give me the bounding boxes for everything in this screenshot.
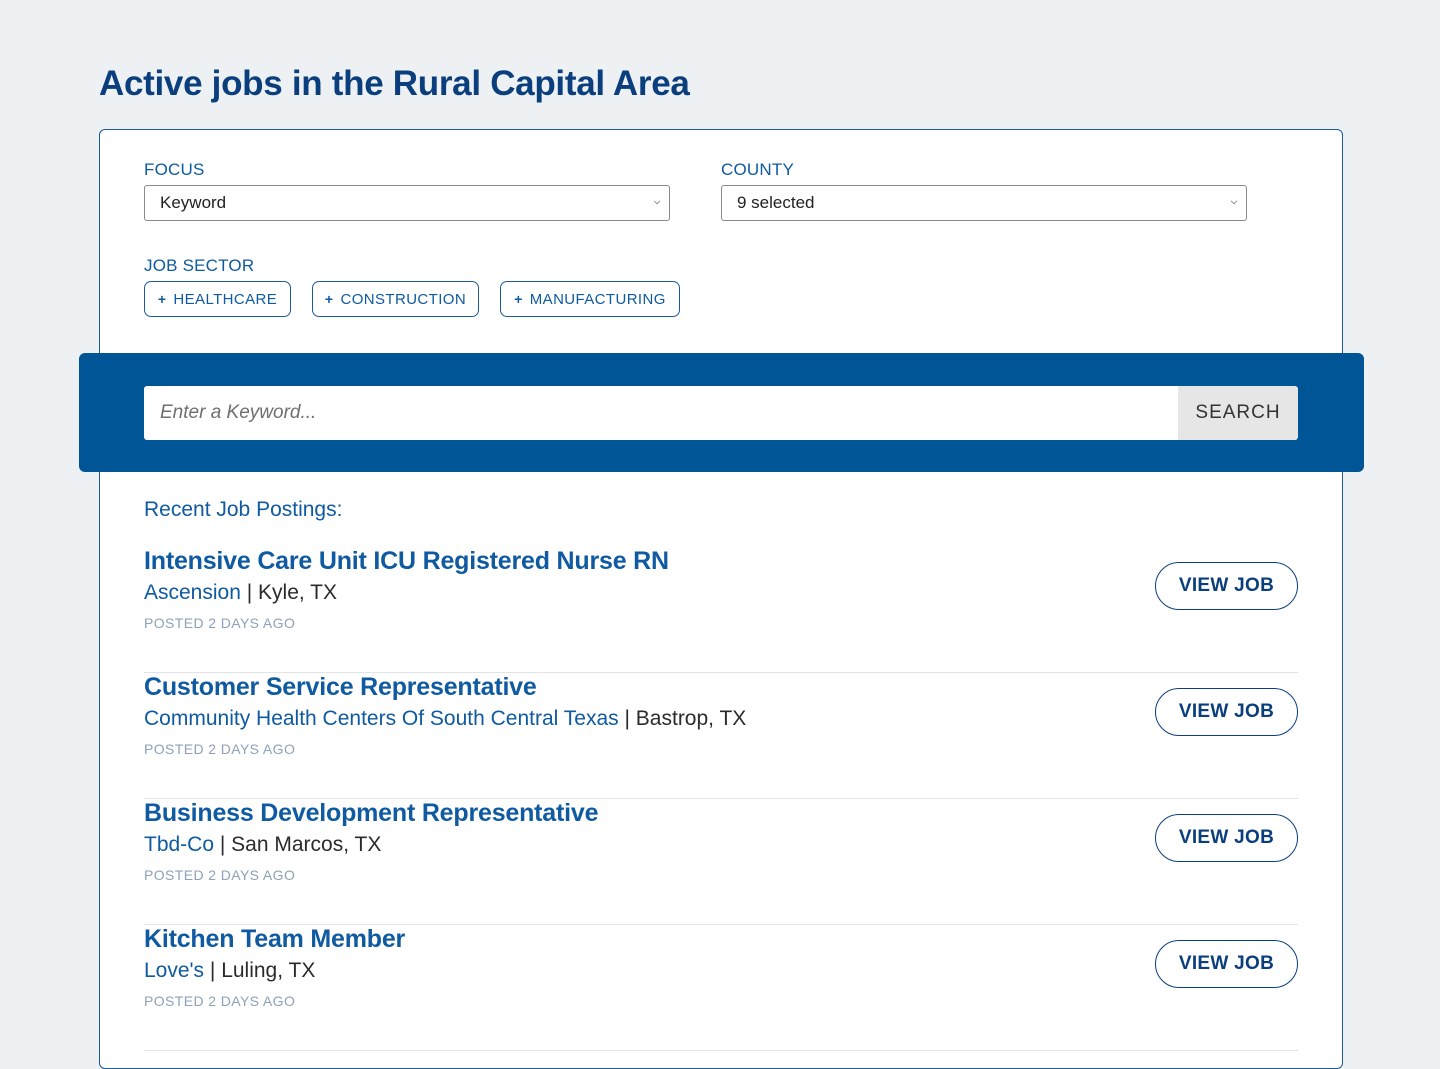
job-location: Kyle, TX <box>258 581 338 604</box>
sector-chip-healthcare[interactable]: + HEALTHCARE <box>144 281 291 317</box>
job-listing: Intensive Care Unit ICU Registered Nurse… <box>144 547 1298 673</box>
keyword-search-input[interactable] <box>144 386 1178 440</box>
view-job-button[interactable]: VIEW JOB <box>1155 562 1298 610</box>
meta-separator: | <box>219 833 232 856</box>
search-button[interactable]: SEARCH <box>1178 386 1298 440</box>
job-location: Luling, TX <box>221 959 316 982</box>
job-meta: Tbd-Co | San Marcos, TX <box>144 833 381 857</box>
plus-icon: + <box>157 291 167 307</box>
search-band: SEARCH <box>79 353 1364 472</box>
job-listing: Business Development Representative Tbd-… <box>144 799 1298 925</box>
job-posted-date: POSTED 2 DAYS AGO <box>144 741 296 757</box>
job-company-link[interactable]: Tbd-Co <box>144 833 214 856</box>
job-title-link[interactable]: Customer Service Representative <box>144 673 537 702</box>
chip-label: HEALTHCARE <box>173 290 278 308</box>
job-location: San Marcos, TX <box>231 833 382 856</box>
view-job-button[interactable]: VIEW JOB <box>1155 940 1298 988</box>
job-listing: Kitchen Team Member Love's | Luling, TX … <box>144 925 1298 1051</box>
job-company-link[interactable]: Ascension <box>144 581 241 604</box>
job-title-link[interactable]: Intensive Care Unit ICU Registered Nurse… <box>144 547 669 576</box>
focus-select-value: Keyword <box>160 193 227 212</box>
chevron-down-icon <box>1230 197 1238 205</box>
focus-select[interactable]: Keyword <box>144 185 670 221</box>
job-company-link[interactable]: Love's <box>144 959 204 982</box>
chip-label: MANUFACTURING <box>529 290 666 308</box>
meta-separator: | <box>624 707 636 730</box>
job-title-link[interactable]: Business Development Representative <box>144 799 598 828</box>
job-posted-date: POSTED 2 DAYS AGO <box>144 993 296 1009</box>
focus-label: FOCUS <box>144 160 205 179</box>
meta-separator: | <box>246 581 259 604</box>
job-posted-date: POSTED 2 DAYS AGO <box>144 615 296 631</box>
job-meta: Ascension | Kyle, TX <box>144 581 337 605</box>
meta-separator: | <box>209 959 222 982</box>
job-listing: Customer Service Representative Communit… <box>144 673 1298 799</box>
plus-icon: + <box>514 291 523 307</box>
chip-label: CONSTRUCTION <box>340 290 467 308</box>
job-meta: Community Health Centers Of South Centra… <box>144 707 746 731</box>
job-sector-label: JOB SECTOR <box>144 256 255 275</box>
job-location: Bastrop, TX <box>635 707 747 730</box>
page-title: Active jobs in the Rural Capital Area <box>99 64 690 103</box>
sector-chip-construction[interactable]: + CONSTRUCTION <box>312 281 479 317</box>
recent-postings-heading: Recent Job Postings: <box>144 498 343 521</box>
view-job-button[interactable]: VIEW JOB <box>1155 688 1298 736</box>
job-company-link[interactable]: Community Health Centers Of South Centra… <box>144 707 619 730</box>
county-select-value: 9 selected <box>737 193 815 212</box>
job-meta: Love's | Luling, TX <box>144 959 315 983</box>
chevron-down-icon <box>653 197 661 205</box>
county-select[interactable]: 9 selected <box>721 185 1247 221</box>
job-title-link[interactable]: Kitchen Team Member <box>144 925 405 954</box>
job-posted-date: POSTED 2 DAYS AGO <box>144 867 296 883</box>
county-label: COUNTY <box>721 160 794 179</box>
plus-icon: + <box>324 291 334 307</box>
view-job-button[interactable]: VIEW JOB <box>1155 814 1298 862</box>
sector-chip-manufacturing[interactable]: + MANUFACTURING <box>500 281 680 317</box>
